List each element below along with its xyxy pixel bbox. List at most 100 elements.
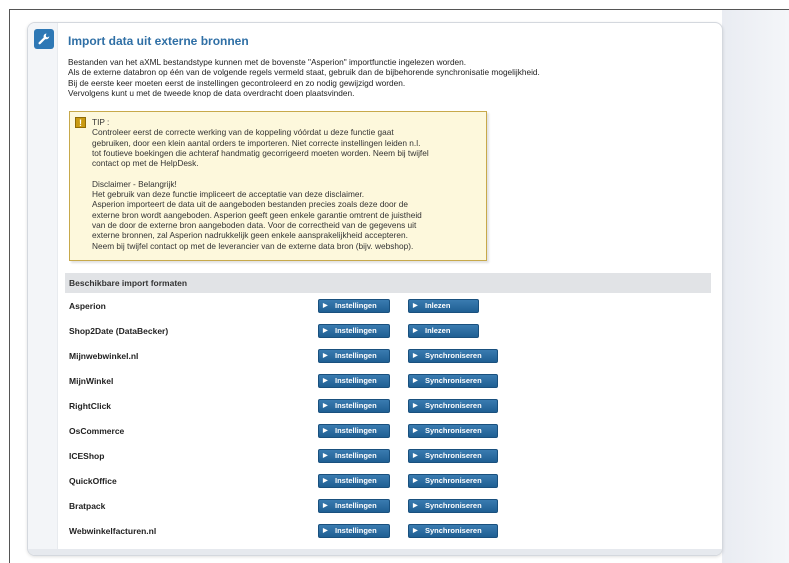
play-arrow-icon: ▶ bbox=[323, 378, 328, 384]
play-arrow-icon: ▶ bbox=[323, 303, 328, 309]
format-name: RightClick bbox=[69, 401, 112, 411]
play-arrow-icon: ▶ bbox=[323, 478, 328, 484]
format-name: Shop2Date (DataBecker) bbox=[69, 326, 169, 336]
settings-button[interactable]: ▶ Instellingen bbox=[318, 424, 390, 438]
tip-line: Asperion importeert de data uit de aange… bbox=[92, 199, 408, 210]
tip-line: Disclaimer - Belangrijk! bbox=[92, 178, 177, 189]
format-name: Webwinkelfacturen.nl bbox=[69, 526, 157, 536]
button-label: Synchroniseren bbox=[425, 401, 482, 410]
tip-line: Controleer eerst de correcte werking van… bbox=[92, 127, 394, 138]
format-name: QuickOffice bbox=[69, 476, 117, 486]
play-arrow-icon: ▶ bbox=[323, 528, 328, 534]
format-name: Asperion bbox=[69, 301, 106, 311]
tip-line: tot foutieve boekingen die achteraf hand… bbox=[92, 147, 429, 158]
button-label: Instellingen bbox=[335, 376, 377, 385]
settings-button[interactable]: ▶ Instellingen bbox=[318, 299, 390, 313]
button-label: Instellingen bbox=[335, 351, 377, 360]
play-arrow-icon: ▶ bbox=[413, 453, 418, 459]
play-arrow-icon: ▶ bbox=[323, 453, 328, 459]
page-title: Import data uit externe bronnen bbox=[68, 34, 249, 48]
settings-button[interactable]: ▶ Instellingen bbox=[318, 449, 390, 463]
import-button[interactable]: ▶ Inlezen bbox=[408, 299, 479, 313]
panel-left-strip bbox=[28, 23, 58, 555]
play-arrow-icon: ▶ bbox=[323, 403, 328, 409]
import-button[interactable]: ▶ Inlezen bbox=[408, 324, 479, 338]
format-row: Shop2Date (DataBecker) ▶ Instellingen ▶ Inle… bbox=[69, 323, 709, 339]
button-label: Synchroniseren bbox=[425, 526, 482, 535]
tip-line: Neem bij twijfel contact op met de lever… bbox=[92, 240, 414, 251]
settings-button[interactable]: ▶ Instellingen bbox=[318, 399, 390, 413]
play-arrow-icon: ▶ bbox=[413, 303, 418, 309]
settings-button[interactable]: ▶ Instellingen bbox=[318, 349, 390, 363]
format-row: QuickOffice ▶ Instellingen ▶ Synchroniseren bbox=[69, 473, 709, 489]
button-label: Instellingen bbox=[335, 476, 377, 485]
format-row: RightClick ▶ Instellingen ▶ Synchroniseren bbox=[69, 398, 709, 414]
format-row: Asperion ▶ Instellingen ▶ Inlezen bbox=[69, 298, 709, 314]
settings-button[interactable]: ▶ Instellingen bbox=[318, 499, 390, 513]
format-row: MijnWinkel ▶ Instellingen ▶ Synchroniseren bbox=[69, 373, 709, 389]
synchronize-button[interactable]: ▶ Synchroniseren bbox=[408, 349, 498, 363]
button-label: Instellingen bbox=[335, 326, 377, 335]
format-row: Webwinkelfacturen.nl ▶ Instellingen ▶ Synchr… bbox=[69, 523, 709, 539]
import-panel: Import data uit externe bronnen Bestande… bbox=[27, 22, 723, 556]
format-row: ICEShop ▶ Instellingen ▶ Synchroniseren bbox=[69, 448, 709, 464]
button-label: Synchroniseren bbox=[425, 426, 482, 435]
tip-line: gebruiken, door een klein aantal orders … bbox=[92, 137, 421, 148]
play-arrow-icon: ▶ bbox=[323, 503, 328, 509]
play-arrow-icon: ▶ bbox=[413, 528, 418, 534]
synchronize-button[interactable]: ▶ Synchroniseren bbox=[408, 399, 498, 413]
tip-line: externe bron wordt aangeboden. Asperion … bbox=[92, 209, 422, 220]
format-name: MijnWinkel bbox=[69, 376, 114, 386]
button-label: Instellingen bbox=[335, 501, 377, 510]
synchronize-button[interactable]: ▶ Synchroniseren bbox=[408, 374, 498, 388]
synchronize-button[interactable]: ▶ Synchroniseren bbox=[408, 424, 498, 438]
synchronize-button[interactable]: ▶ Synchroniseren bbox=[408, 474, 498, 488]
intro-line: Vervolgens kunt u met de tweede knop de … bbox=[68, 87, 355, 98]
synchronize-button[interactable]: ▶ Synchroniseren bbox=[408, 524, 498, 538]
button-label: Synchroniseren bbox=[425, 376, 482, 385]
formats-heading: Beschikbare import formaten bbox=[65, 273, 711, 293]
tip-line: Het gebruik van deze functie impliceert … bbox=[92, 189, 365, 200]
button-label: Instellingen bbox=[335, 426, 377, 435]
play-arrow-icon: ▶ bbox=[323, 328, 328, 334]
synchronize-button[interactable]: ▶ Synchroniseren bbox=[408, 449, 498, 463]
tip-line: van de door de externe bron aangeboden d… bbox=[92, 219, 417, 230]
button-label: Synchroniseren bbox=[425, 476, 482, 485]
play-arrow-icon: ▶ bbox=[413, 403, 418, 409]
button-label: Inlezen bbox=[425, 301, 451, 310]
play-arrow-icon: ▶ bbox=[413, 478, 418, 484]
format-row: OsCommerce ▶ Instellingen ▶ Synchroniseren bbox=[69, 423, 709, 439]
play-arrow-icon: ▶ bbox=[413, 353, 418, 359]
panel-bottom-strip bbox=[28, 549, 722, 555]
tip-line bbox=[92, 168, 480, 178]
intro-line: Bestanden van het aXML bestandstype kunn… bbox=[68, 57, 467, 67]
settings-button[interactable]: ▶ Instellingen bbox=[318, 524, 390, 538]
button-label: Synchroniseren bbox=[425, 451, 482, 460]
intro-line: Als de externe databron op één van de vo… bbox=[68, 67, 540, 78]
synchronize-button[interactable]: ▶ Synchroniseren bbox=[408, 499, 498, 513]
settings-button[interactable]: ▶ Instellingen bbox=[318, 324, 390, 338]
button-label: Instellingen bbox=[335, 451, 377, 460]
format-name: ICEShop bbox=[69, 451, 105, 461]
page-background-right bbox=[722, 10, 789, 563]
format-name: OsCommerce bbox=[69, 426, 125, 436]
intro-line: Bij de eerste keer moeten eerst de inste… bbox=[68, 77, 406, 88]
play-arrow-icon: ▶ bbox=[323, 353, 328, 359]
format-name: Bratpack bbox=[69, 501, 106, 511]
format-row: Bratpack ▶ Instellingen ▶ Synchroniseren bbox=[69, 498, 709, 514]
warning-icon: ! bbox=[75, 117, 86, 128]
button-label: Instellingen bbox=[335, 301, 377, 310]
play-arrow-icon: ▶ bbox=[413, 378, 418, 384]
button-label: Synchroniseren bbox=[425, 501, 482, 510]
tip-box: ! TIP : Controleer eerst de correcte werk… bbox=[69, 111, 487, 261]
play-arrow-icon: ▶ bbox=[323, 428, 328, 434]
tools-icon bbox=[34, 29, 54, 49]
settings-button[interactable]: ▶ Instellingen bbox=[318, 474, 390, 488]
intro-text: Bestanden van het aXML bestandstype kunn… bbox=[68, 57, 708, 98]
settings-button[interactable]: ▶ Instellingen bbox=[318, 374, 390, 388]
play-arrow-icon: ▶ bbox=[413, 503, 418, 509]
play-arrow-icon: ▶ bbox=[413, 328, 418, 334]
play-arrow-icon: ▶ bbox=[413, 428, 418, 434]
format-name: Mijnwebwinkel.nl bbox=[69, 351, 139, 361]
button-label: Inlezen bbox=[425, 326, 451, 335]
